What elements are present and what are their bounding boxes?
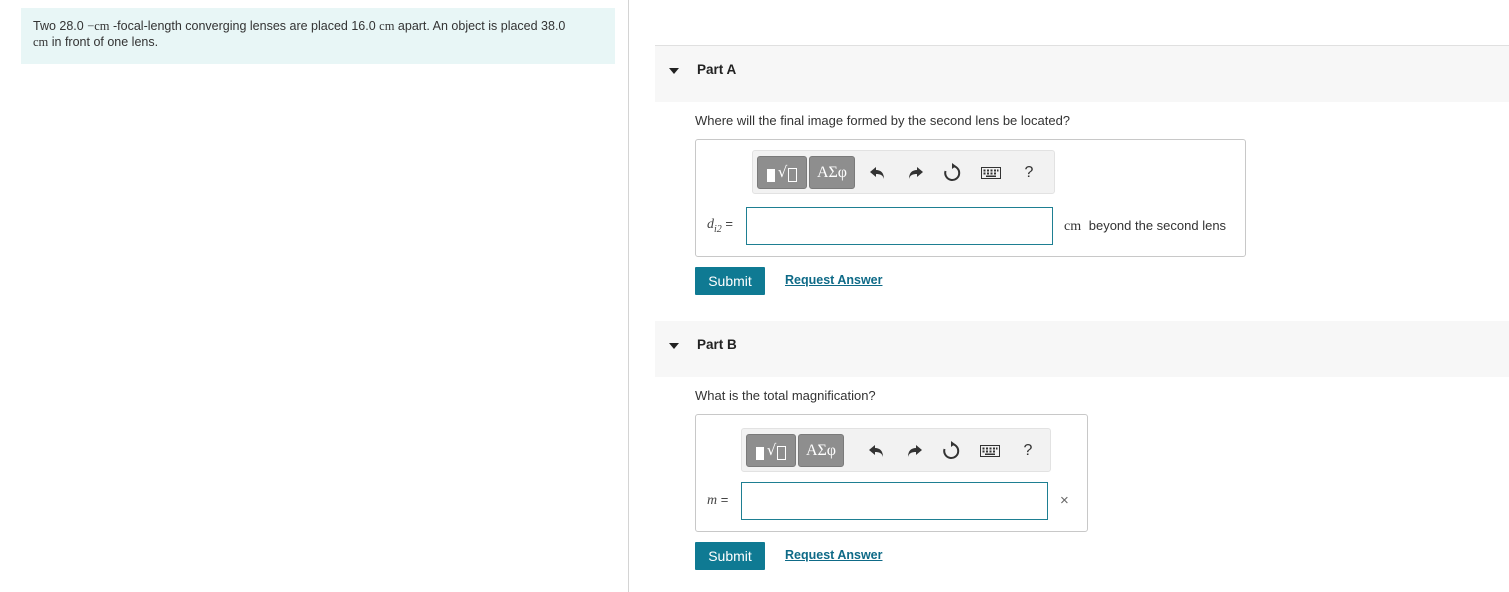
unit-cm: cm [33, 35, 49, 49]
submit-button[interactable]: Submit [695, 267, 765, 295]
answer-input[interactable] [746, 207, 1053, 245]
math-toolbar: √ ΑΣφ ? [741, 428, 1051, 472]
caret-down-icon[interactable] [669, 343, 679, 349]
caret-down-icon[interactable] [669, 68, 679, 74]
greek-symbols-button[interactable]: ΑΣφ [809, 156, 855, 189]
undo-icon[interactable] [866, 161, 890, 185]
redo-icon[interactable] [903, 161, 927, 185]
part-a-question: Where will the final image formed by the… [695, 113, 1071, 128]
templates-button[interactable]: √ [757, 156, 807, 189]
reset-icon[interactable] [940, 161, 964, 185]
request-answer-link[interactable]: Request Answer [785, 548, 882, 562]
request-answer-link[interactable]: Request Answer [785, 273, 882, 287]
panel-divider [628, 0, 629, 592]
reset-icon[interactable] [939, 439, 963, 463]
variable-label: di2 = [707, 216, 733, 235]
templates-button[interactable]: √ [746, 434, 796, 467]
part-b-answer-box: √ ΑΣφ ? m = × [695, 414, 1088, 532]
unit-label: cm beyond the second lens [1064, 218, 1227, 234]
part-a-title: Part A [697, 62, 737, 77]
root-icon: √ [777, 163, 788, 181]
keyboard-icon[interactable] [979, 161, 1003, 185]
unit-minus-cm: −cm [87, 19, 110, 33]
clear-icon[interactable]: × [1060, 492, 1069, 509]
part-b-header[interactable]: Part B [655, 321, 1509, 377]
math-toolbar: √ ΑΣφ ? [752, 150, 1055, 194]
part-a-header[interactable]: Part A [655, 46, 1509, 102]
answer-input[interactable] [741, 482, 1048, 520]
redo-icon[interactable] [902, 439, 926, 463]
submit-button[interactable]: Submit [695, 542, 765, 570]
part-b-question: What is the total magnification? [695, 388, 876, 403]
greek-symbols-button[interactable]: ΑΣφ [798, 434, 844, 467]
problem-statement: Two 28.0 −cm -focal-length converging le… [21, 8, 615, 64]
keyboard-icon[interactable] [978, 439, 1002, 463]
root-icon: √ [766, 441, 777, 459]
help-icon[interactable]: ? [1016, 439, 1040, 463]
unit-cm: cm [379, 19, 395, 33]
part-b-title: Part B [697, 337, 737, 352]
help-icon[interactable]: ? [1017, 161, 1041, 185]
undo-icon[interactable] [865, 439, 889, 463]
part-a-answer-box: √ ΑΣφ ? di2 = cm beyond the second lens [695, 139, 1246, 257]
variable-label: m = [707, 492, 729, 508]
